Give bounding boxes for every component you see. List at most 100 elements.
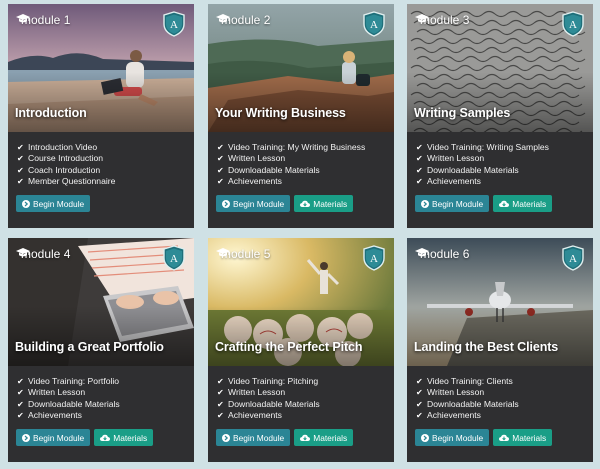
begin-module-button[interactable]: Begin Module — [16, 195, 91, 212]
module-image: module 4 A Building a Great Portfolio — [8, 238, 194, 366]
module-card: module 3 A Writing Samples ✔ Video Traini… — [407, 4, 593, 228]
check-icon: ✔ — [416, 176, 423, 186]
module-item: ✔ Written Lesson — [416, 153, 485, 164]
module-items-list: ✔ Video Training: Portfolio ✔ Written Lesso… — [17, 376, 120, 421]
begin-module-button[interactable]: Begin Module — [216, 195, 291, 212]
check-icon: ✔ — [217, 377, 224, 386]
check-icon: ✔ — [217, 143, 224, 152]
svg-text:A: A — [170, 253, 178, 265]
module-item: ✔ Downloadable Materials — [217, 164, 320, 175]
check-icon: ✔ — [416, 165, 423, 175]
check-icon: ✔ — [217, 176, 224, 186]
shield-a-icon: A — [562, 11, 584, 37]
materials-button[interactable]: Materials — [294, 429, 354, 446]
module-items-list: ✔ Video Training: Clients ✔ Written Lesson ✔… — [416, 376, 519, 421]
svg-text:A: A — [569, 19, 577, 31]
module-items-list: ✔ Video Training: My Writing Business ✔ Wri… — [217, 142, 365, 187]
module-card: module 1 A Introduction ✔ Introduction Vi… — [8, 4, 194, 228]
check-icon: ✔ — [217, 410, 224, 420]
cloud-download-icon — [300, 200, 311, 208]
check-icon: ✔ — [17, 176, 24, 186]
check-icon: ✔ — [416, 377, 423, 386]
svg-text:A: A — [170, 19, 178, 31]
module-item: ✔ Video Training: My Writing Business — [217, 142, 366, 152]
module-title: Building a Great Portfolio — [15, 340, 164, 354]
module-items-list: ✔ Introduction Video ✔ Course Introduction ✔… — [17, 142, 115, 187]
check-icon: ✔ — [17, 399, 24, 409]
module-actions: Begin Module Materials — [415, 195, 553, 212]
materials-button[interactable]: Materials — [493, 195, 553, 212]
module-item: ✔ Member Questionnaire — [17, 175, 116, 186]
module-card: module 5 A Crafting the Perfect Pitch ✔ V… — [208, 238, 394, 462]
module-actions: Begin Module Materials — [16, 429, 154, 446]
module-actions: Begin Module Materials — [216, 195, 354, 212]
module-item: ✔ Achievements — [217, 409, 282, 420]
arrow-circle-right-icon — [222, 433, 230, 442]
materials-button[interactable]: Materials — [294, 195, 354, 212]
module-label: module 3 — [415, 13, 469, 27]
module-card: module 6 A Landing the Best Clients ✔ Vid… — [407, 238, 593, 462]
check-icon: ✔ — [17, 165, 24, 175]
module-item: ✔ Downloadable Materials — [217, 398, 320, 409]
module-label: module 6 — [415, 247, 469, 261]
module-item: ✔ Coach Introduction — [17, 164, 101, 175]
svg-text:A: A — [569, 253, 577, 265]
materials-button[interactable]: Materials — [493, 429, 553, 446]
check-icon: ✔ — [217, 399, 224, 409]
module-actions: Begin Module Materials — [216, 429, 354, 446]
module-item: ✔ Downloadable Materials — [17, 398, 120, 409]
check-icon: ✔ — [17, 377, 24, 386]
module-item: ✔ Video Training: Writing Samples — [416, 142, 549, 152]
begin-module-button[interactable]: Begin Module — [415, 429, 490, 446]
module-item: ✔ Video Training: Clients — [416, 376, 513, 386]
module-actions: Begin Module Materials — [415, 429, 553, 446]
check-icon: ✔ — [217, 388, 224, 398]
arrow-circle-right-icon — [421, 433, 429, 442]
begin-module-button[interactable]: Begin Module — [16, 429, 91, 446]
check-icon: ✔ — [17, 410, 24, 420]
module-card: module 2 A Your Writing Business ✔ Video … — [208, 4, 394, 228]
begin-module-button[interactable]: Begin Module — [415, 195, 490, 212]
module-items-list: ✔ Video Training: Pitching ✔ Written Lesson… — [217, 376, 320, 421]
check-icon: ✔ — [217, 154, 224, 164]
module-image: module 1 A Introduction — [8, 4, 194, 132]
module-image: module 3 A Writing Samples — [407, 4, 593, 132]
check-icon: ✔ — [416, 410, 423, 420]
module-title: Crafting the Perfect Pitch — [215, 340, 363, 354]
check-icon: ✔ — [416, 143, 423, 152]
module-actions: Begin Module — [16, 195, 91, 212]
begin-module-button[interactable]: Begin Module — [216, 429, 291, 446]
module-item: ✔ Downloadable Materials — [416, 164, 519, 175]
cloud-download-icon — [499, 200, 510, 208]
module-label: module 5 — [216, 247, 270, 261]
svg-text:A: A — [370, 253, 378, 265]
module-item: ✔ Introduction Video — [17, 142, 98, 152]
module-item: ✔ Achievements — [17, 409, 82, 420]
shield-a-icon: A — [562, 245, 584, 271]
module-title: Your Writing Business — [215, 106, 346, 120]
check-icon: ✔ — [17, 143, 24, 152]
module-item: ✔ Achievements — [416, 175, 481, 186]
module-label: module 1 — [16, 13, 70, 27]
module-image: module 5 A Crafting the Perfect Pitch — [208, 238, 394, 366]
check-icon: ✔ — [17, 154, 24, 164]
module-item: ✔ Achievements — [416, 409, 481, 420]
check-icon: ✔ — [416, 399, 423, 409]
module-item: ✔ Written Lesson — [217, 387, 286, 398]
module-item: ✔ Achievements — [217, 175, 282, 186]
shield-a-icon: A — [363, 11, 385, 37]
shield-a-icon: A — [363, 245, 385, 271]
arrow-circle-right-icon — [421, 199, 429, 208]
arrow-circle-right-icon — [222, 199, 230, 208]
shield-a-icon: A — [163, 11, 185, 37]
materials-button[interactable]: Materials — [94, 429, 154, 446]
module-title: Landing the Best Clients — [414, 340, 559, 354]
cloud-download-icon — [100, 434, 111, 442]
check-icon: ✔ — [17, 388, 24, 398]
cloud-download-icon — [300, 434, 311, 442]
module-image: module 6 A Landing the Best Clients — [407, 238, 593, 366]
module-card: module 4 A Building a Great Portfolio ✔ V… — [8, 238, 194, 462]
module-image: module 2 A Your Writing Business — [208, 4, 394, 132]
module-label: module 2 — [216, 13, 270, 27]
module-item: ✔ Video Training: Portfolio — [17, 376, 120, 386]
